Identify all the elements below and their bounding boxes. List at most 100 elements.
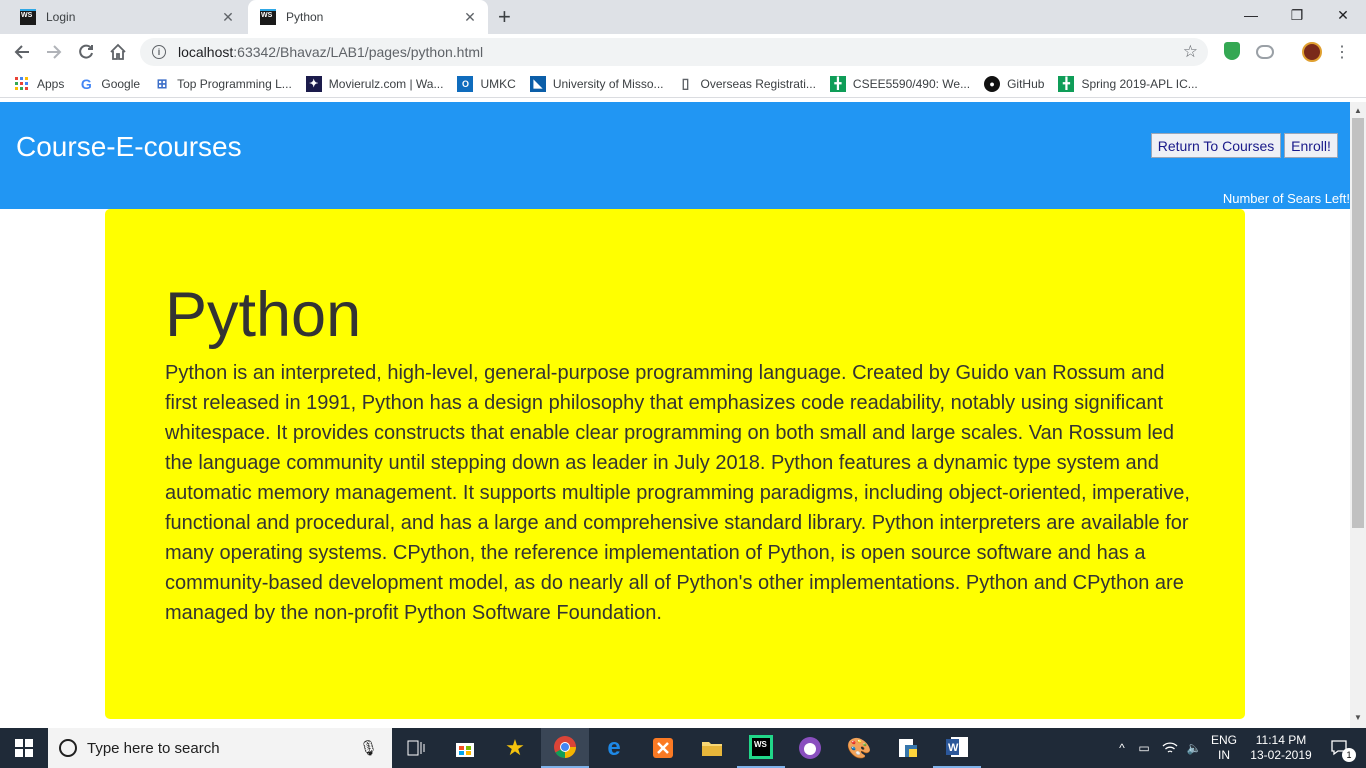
google-icon: G: [80, 75, 92, 92]
github-desktop-icon[interactable]: [786, 728, 834, 768]
bookmark-google[interactable]: G Google: [78, 76, 140, 92]
start-button[interactable]: [0, 728, 48, 768]
outlook-icon: O: [457, 75, 474, 92]
taskbar-search[interactable]: Type here to search 🎙: [48, 728, 392, 768]
chevron-up-icon[interactable]: ^: [1112, 728, 1132, 768]
restore-button[interactable]: ❐: [1274, 0, 1320, 30]
bookmark-label: Google: [101, 76, 141, 91]
bookmark-label: Movierulz.com | Wa...: [328, 76, 444, 91]
site-brand: Course-E-courses: [16, 131, 242, 162]
windows-logo-icon: [15, 739, 33, 757]
page-icon: ⊞: [156, 75, 168, 91]
menu-kebab-icon[interactable]: ⋮: [1330, 40, 1354, 64]
file-explorer-icon[interactable]: [688, 728, 736, 768]
bookmark-csee[interactable]: ╋ CSEE5590/490: We...: [829, 75, 971, 92]
search-placeholder: Type here to search: [87, 739, 220, 757]
action-center-button[interactable]: 1: [1320, 728, 1360, 768]
page-viewport: Course-E-courses Return To Courses Enrol…: [0, 102, 1350, 728]
browser-toolbar: i localhost:63342/Bhavaz/LAB1/pages/pyth…: [0, 34, 1366, 70]
home-button[interactable]: [106, 40, 130, 64]
chrome-icon[interactable]: [541, 728, 589, 768]
arrow-right-icon: [47, 45, 62, 59]
course-card: Python Python is an interpreted, high-le…: [105, 209, 1245, 719]
tab-title: Python: [286, 10, 324, 24]
windows-taskbar: Type here to search 🎙 ★ e WS 🎨 W ^ ▭ 🔈 E…: [0, 728, 1366, 768]
scrollbar-thumb[interactable]: [1352, 118, 1364, 528]
language-indicator[interactable]: ENG IN: [1206, 728, 1242, 768]
webstorm-icon[interactable]: WS: [737, 728, 785, 768]
bookmark-label: Top Programming L...: [177, 76, 292, 91]
close-window-button[interactable]: ✕: [1320, 0, 1366, 30]
python-idle-icon[interactable]: [884, 728, 932, 768]
umkc-icon: ◣: [529, 75, 546, 92]
network-adapter-icon[interactable]: ▭: [1134, 728, 1154, 768]
seats-left-text: Number of Sears Left!: [1222, 191, 1350, 206]
reload-button[interactable]: [74, 40, 98, 64]
info-icon[interactable]: i: [152, 45, 166, 59]
scroll-up-arrow-icon[interactable]: ▲: [1354, 106, 1362, 115]
minimize-button[interactable]: —: [1228, 0, 1274, 30]
bookmark-umkc[interactable]: O UMKC: [457, 75, 516, 92]
svg-text:W: W: [948, 742, 959, 754]
page-scrollbar[interactable]: ▲ ▼: [1350, 102, 1366, 728]
notification-badge: 1: [1342, 748, 1356, 762]
bookmark-label: Apps: [37, 76, 65, 91]
webstorm-favicon-icon: WS: [260, 9, 276, 25]
clock[interactable]: 11:14 PM 13-02-2019: [1244, 728, 1318, 768]
url-host: localhost: [178, 44, 234, 60]
tab-title: Login: [46, 10, 76, 24]
clock-time: 11:14 PM: [1255, 733, 1307, 747]
microphone-icon[interactable]: 🎙: [359, 739, 378, 757]
bookmark-label: CSEE5590/490: We...: [852, 76, 971, 91]
volume-icon[interactable]: 🔈: [1182, 728, 1206, 768]
xampp-icon[interactable]: [639, 728, 687, 768]
wifi-icon[interactable]: [1158, 728, 1182, 768]
return-to-courses-button[interactable]: Return To Courses: [1151, 133, 1281, 158]
bookmark-university[interactable]: ◣ University of Misso...: [529, 75, 664, 92]
word-icon[interactable]: W: [933, 728, 981, 768]
sheets-icon: ╋: [829, 75, 846, 92]
close-tab-icon[interactable]: ✕: [462, 9, 478, 26]
bookmark-label: UMKC: [480, 76, 516, 91]
address-bar[interactable]: i localhost:63342/Bhavaz/LAB1/pages/pyth…: [140, 38, 1208, 66]
svg-text:WS: WS: [754, 740, 768, 749]
bookmarks-bar: Apps G Google ⊞ Top Programming L... ✦ M…: [0, 70, 1366, 98]
course-title: Python: [165, 280, 362, 350]
close-tab-icon[interactable]: ✕: [220, 9, 236, 26]
tab-python[interactable]: WS Python ✕: [248, 0, 488, 34]
store-icon[interactable]: [441, 728, 489, 768]
forward-button[interactable]: [42, 40, 66, 64]
scroll-down-arrow-icon[interactable]: ▼: [1354, 713, 1362, 722]
reload-icon: [79, 44, 93, 59]
star-app-icon[interactable]: ★: [491, 728, 539, 768]
bookmark-overseas[interactable]: ▯ Overseas Registrati...: [678, 75, 816, 92]
avatar[interactable]: [1302, 42, 1322, 62]
new-tab-button[interactable]: +: [498, 4, 511, 30]
apps-grid-icon: [14, 76, 30, 92]
language-code: ENG: [1210, 733, 1237, 747]
bookmark-top-programming[interactable]: ⊞ Top Programming L...: [154, 76, 292, 92]
edge-icon[interactable]: e: [590, 728, 638, 768]
bookmark-label: GitHub: [1007, 76, 1045, 91]
back-button[interactable]: [10, 40, 34, 64]
cloud-extension-icon[interactable]: [1256, 45, 1274, 59]
enroll-button[interactable]: Enroll!: [1284, 133, 1338, 158]
url-path: :63342/Bhavaz/LAB1/pages/python.html: [233, 44, 484, 60]
bookmark-github[interactable]: ● GitHub: [984, 75, 1045, 92]
bookmark-spring-apl[interactable]: ╋ Spring 2019-APL IC...: [1058, 75, 1198, 92]
bookmark-label: Spring 2019-APL IC...: [1081, 76, 1198, 91]
bookmark-star-icon[interactable]: ☆: [1183, 42, 1198, 62]
bookmark-movierulz[interactable]: ✦ Movierulz.com | Wa...: [305, 75, 444, 92]
bookmark-label: University of Misso...: [552, 76, 664, 91]
region-code: IN: [1218, 748, 1230, 762]
arrow-left-icon: [14, 45, 29, 59]
document-icon: ▯: [681, 75, 690, 91]
course-description: Python is an interpreted, high-level, ge…: [165, 362, 1190, 624]
paint-icon[interactable]: 🎨: [835, 728, 883, 768]
shield-extension-icon[interactable]: [1224, 42, 1240, 60]
github-icon: ●: [984, 75, 1001, 92]
task-view-icon[interactable]: [392, 728, 440, 768]
browser-tabstrip: WS Login ✕ WS Python ✕ + — ❐ ✕: [0, 0, 1366, 34]
bookmark-apps[interactable]: Apps: [14, 76, 64, 92]
tab-login[interactable]: WS Login ✕: [8, 0, 246, 34]
